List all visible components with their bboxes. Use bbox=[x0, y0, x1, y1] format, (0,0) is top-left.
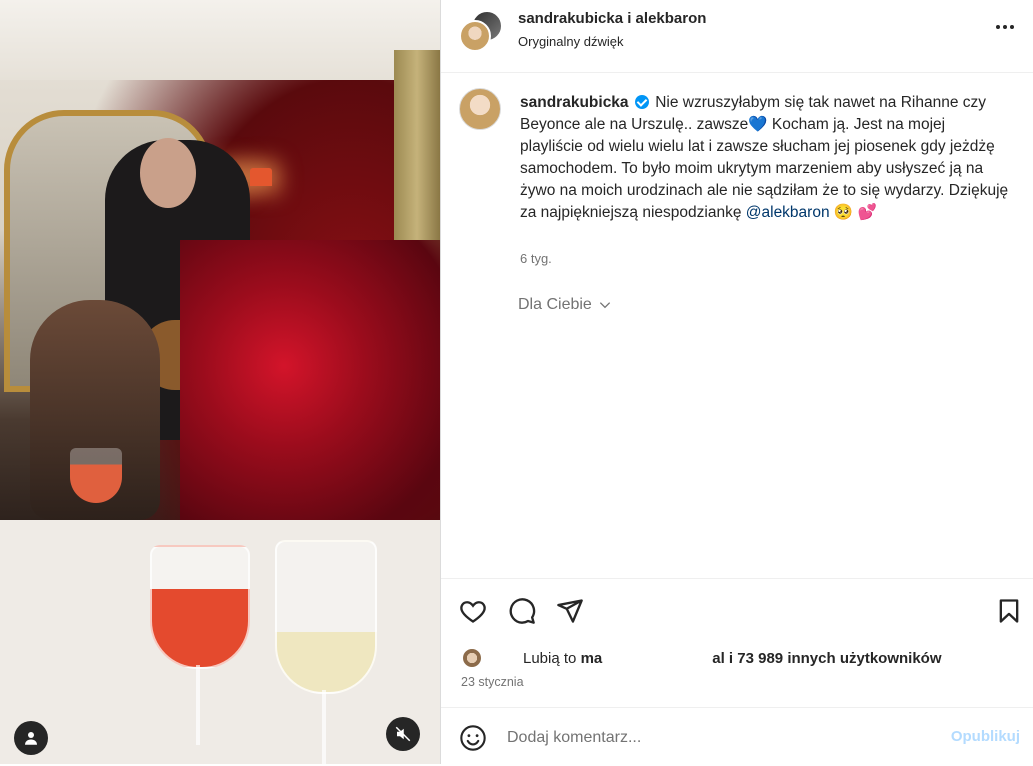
send-icon bbox=[557, 599, 583, 623]
likes-summary[interactable]: Lubią to ma al i 73 989 innych użytkowni… bbox=[461, 647, 942, 669]
post-owners[interactable]: sandrakubicka i alekbaron bbox=[518, 10, 706, 27]
heart-emoji-icon: 💙 bbox=[748, 116, 768, 133]
publish-button[interactable]: Opublikuj bbox=[951, 728, 1020, 745]
for-you-label: Dla Ciebie bbox=[518, 296, 592, 313]
likes-others[interactable]: i 73 989 innych użytkowników bbox=[725, 650, 942, 667]
media-glass bbox=[275, 540, 377, 694]
mute-button[interactable] bbox=[386, 717, 420, 751]
for-you-dropdown[interactable]: Dla Ciebie bbox=[518, 296, 612, 314]
like-button[interactable] bbox=[459, 597, 489, 627]
post-time[interactable]: 6 tyg. bbox=[520, 251, 552, 266]
save-button[interactable] bbox=[995, 597, 1025, 627]
media-glass-stem bbox=[196, 665, 200, 745]
post-actions: Lubią to ma al i 73 989 innych użytkowni… bbox=[441, 578, 1033, 765]
bookmark-icon bbox=[999, 599, 1019, 623]
media-singer-head bbox=[140, 138, 196, 208]
verified-badge-icon bbox=[634, 95, 649, 109]
comment-form: Opublikuj bbox=[441, 707, 1033, 766]
post-panel: sandrakubicka i alekbaron Oryginalny dźw… bbox=[440, 0, 1033, 764]
post-header: sandrakubicka i alekbaron Oryginalny dźw… bbox=[441, 0, 1033, 73]
likes-prefix: Lubią to bbox=[523, 649, 577, 667]
media-glass bbox=[150, 545, 250, 669]
emoji-picker-button[interactable] bbox=[459, 724, 489, 754]
likes-user[interactable]: ma bbox=[581, 650, 603, 667]
comment-button[interactable] bbox=[508, 597, 538, 627]
media-glass bbox=[70, 448, 122, 503]
caption-emoji-icon: 🥺 💕 bbox=[833, 204, 877, 221]
avatar bbox=[461, 647, 483, 669]
emoji-icon bbox=[460, 725, 486, 751]
avatar bbox=[459, 20, 491, 52]
post-media[interactable] bbox=[0, 0, 440, 764]
media-glass-stem bbox=[322, 690, 326, 764]
user-icon bbox=[25, 732, 37, 745]
post-caption: sandrakubicka Nie wzruszyłabym się tak n… bbox=[520, 92, 1010, 224]
comment-icon bbox=[509, 598, 536, 624]
more-options-button[interactable] bbox=[992, 14, 1018, 40]
audio-link[interactable]: Oryginalny dźwięk bbox=[518, 34, 624, 49]
share-button[interactable] bbox=[556, 597, 586, 627]
more-horizontal-icon bbox=[996, 25, 1014, 29]
media-wall bbox=[0, 0, 440, 80]
media-lamp bbox=[250, 168, 272, 186]
chevron-down-icon bbox=[599, 302, 610, 309]
post-date[interactable]: 23 stycznia bbox=[461, 675, 524, 689]
caption-avatar[interactable] bbox=[459, 88, 501, 130]
collab-avatars[interactable] bbox=[459, 10, 503, 52]
mention-link[interactable]: @alekbaron bbox=[746, 204, 830, 221]
likes-user[interactable]: al bbox=[712, 650, 725, 667]
caption-username[interactable]: sandrakubicka bbox=[520, 94, 629, 111]
tagged-users-button[interactable] bbox=[14, 721, 48, 755]
heart-icon bbox=[460, 601, 486, 623]
speaker-muted-icon bbox=[395, 726, 411, 742]
comment-input[interactable] bbox=[507, 726, 927, 750]
